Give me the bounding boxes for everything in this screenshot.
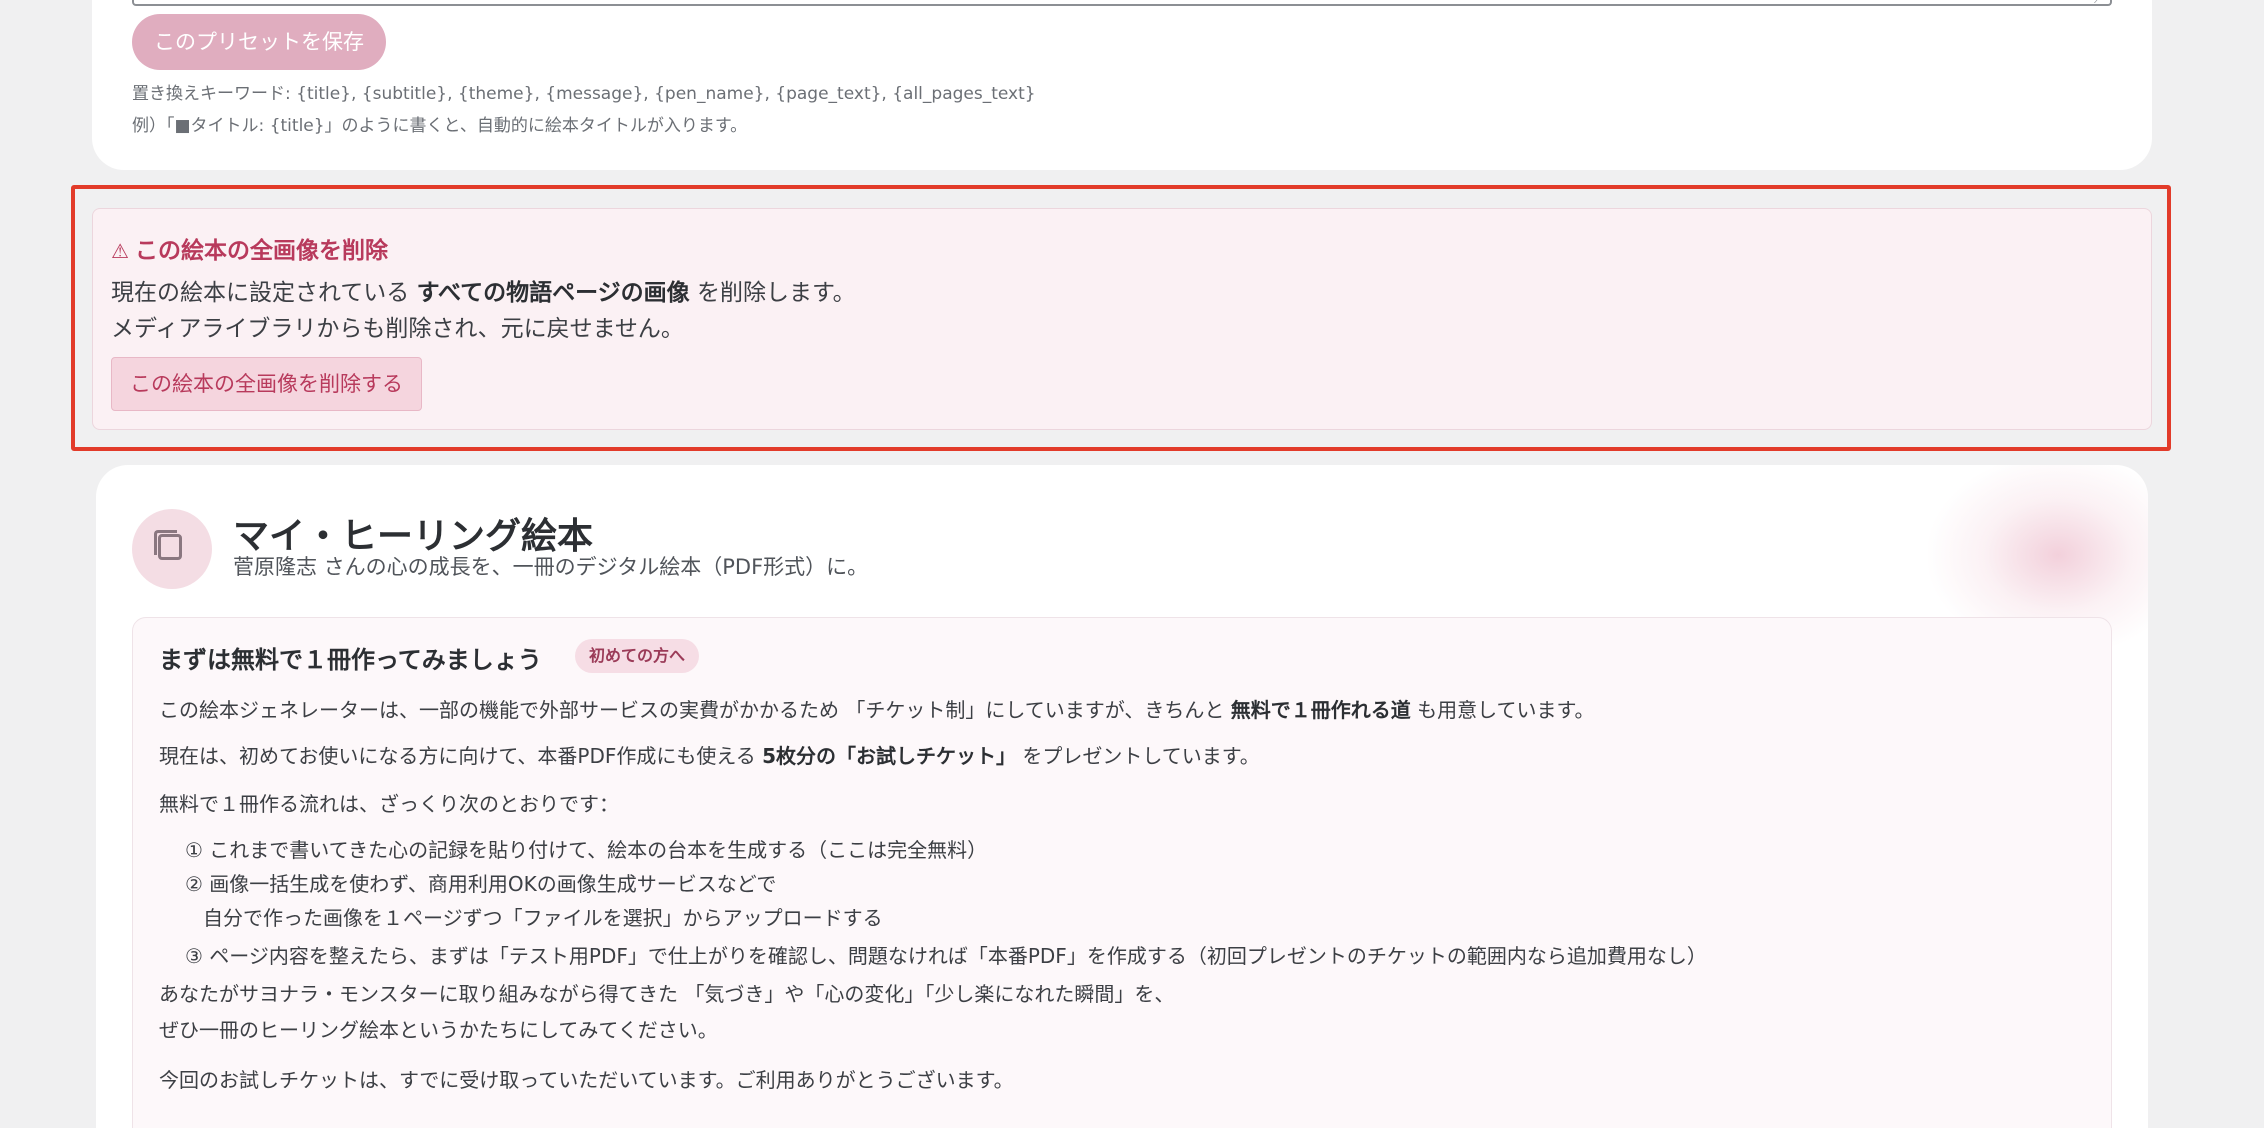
step-item: ② 画像一括生成を使わず、商用利用OKの画像生成サービスなどで — [185, 872, 777, 896]
first-time-badge: 初めての方へ — [575, 639, 700, 673]
step-item: ③ ページ内容を整えたら、まずは「テスト用PDF」で仕上がりを確認し、問題なけれ… — [185, 944, 1707, 968]
intro-paragraph: 現在は、初めてお使いになる方に向けて、本番PDF作成にも使える 5枚分の「お試し… — [159, 744, 1260, 768]
intro-paragraph: 無料で１冊作る流れは、ざっくり次のとおりです： — [159, 792, 619, 816]
delete-panel-title-text: この絵本の全画像を削除 — [134, 238, 388, 264]
replacement-example-help: 例）「■タイトル: {title}」のように書くと、自動的に絵本タイトルが入りま… — [132, 116, 748, 136]
desc-warning-line: メディアライブラリからも削除され、元に戻せません。 — [111, 316, 684, 342]
intro-paragraph: この絵本ジェネレーターは、一部の機能で外部サービスの実費がかかるため 「チケット… — [159, 698, 1595, 722]
preset-card: ⟋ このプリセットを保存 置き換えキーワード: {title}, {subtit… — [92, 0, 2152, 170]
step-item: ① これまで書いてきた心の記録を貼り付けて、絵本の台本を生成する（ここは完全無料… — [185, 838, 988, 862]
healing-book-card: マイ・ヒーリング絵本 菅原隆志 さんの心の成長を、一冊のデジタル絵本（PDF形式… — [96, 465, 2148, 1128]
replacement-keywords-help: 置き換えキーワード: {title}, {subtitle}, {theme},… — [132, 84, 1036, 104]
intro-paragraph: ぜひ一冊のヒーリング絵本というかたちにしてみてください。 — [159, 1018, 718, 1042]
step-item-continued: 自分で作った画像を１ページずつ「ファイルを選択」からアップロードする — [203, 906, 883, 930]
resize-grip-icon[interactable]: ⟋ — [2094, 0, 2108, 6]
delete-panel-description: 現在の絵本に設定されている すべての物語ページの画像 を削除します。 メディアラ… — [111, 275, 856, 347]
book-copy-icon — [154, 530, 182, 560]
desc-text: を削除します。 — [696, 280, 856, 306]
preset-textarea[interactable] — [132, 0, 2112, 6]
desc-emphasis: すべての物語ページの画像 — [416, 280, 690, 306]
intro-paragraph: あなたがサヨナラ・モンスターに取り組みながら得てきた 「気づき」や「心の変化」「… — [159, 982, 1175, 1006]
delete-all-images-panel: ⚠ この絵本の全画像を削除 現在の絵本に設定されている すべての物語ページの画像 … — [92, 208, 2152, 430]
book-icon-badge — [132, 509, 212, 589]
save-preset-button[interactable]: このプリセットを保存 — [132, 14, 386, 70]
desc-text: 現在の絵本に設定されている — [111, 280, 410, 306]
free-intro-box: まずは無料で１冊作ってみましょう 初めての方へ この絵本ジェネレーターは、一部の… — [132, 617, 2112, 1128]
delete-panel-title: ⚠ この絵本の全画像を削除 — [111, 231, 388, 265]
delete-all-images-button[interactable]: この絵本の全画像を削除する — [111, 357, 422, 411]
page-subtitle: 菅原隆志 さんの心の成長を、一冊のデジタル絵本（PDF形式）に。 — [233, 555, 869, 579]
ticket-status-text: 今回のお試しチケットは、すでに受け取っていただいています。ご利用ありがとうござい… — [159, 1068, 1014, 1092]
warning-icon: ⚠ — [111, 239, 129, 263]
intro-heading: まずは無料で１冊作ってみましょう — [159, 646, 542, 674]
